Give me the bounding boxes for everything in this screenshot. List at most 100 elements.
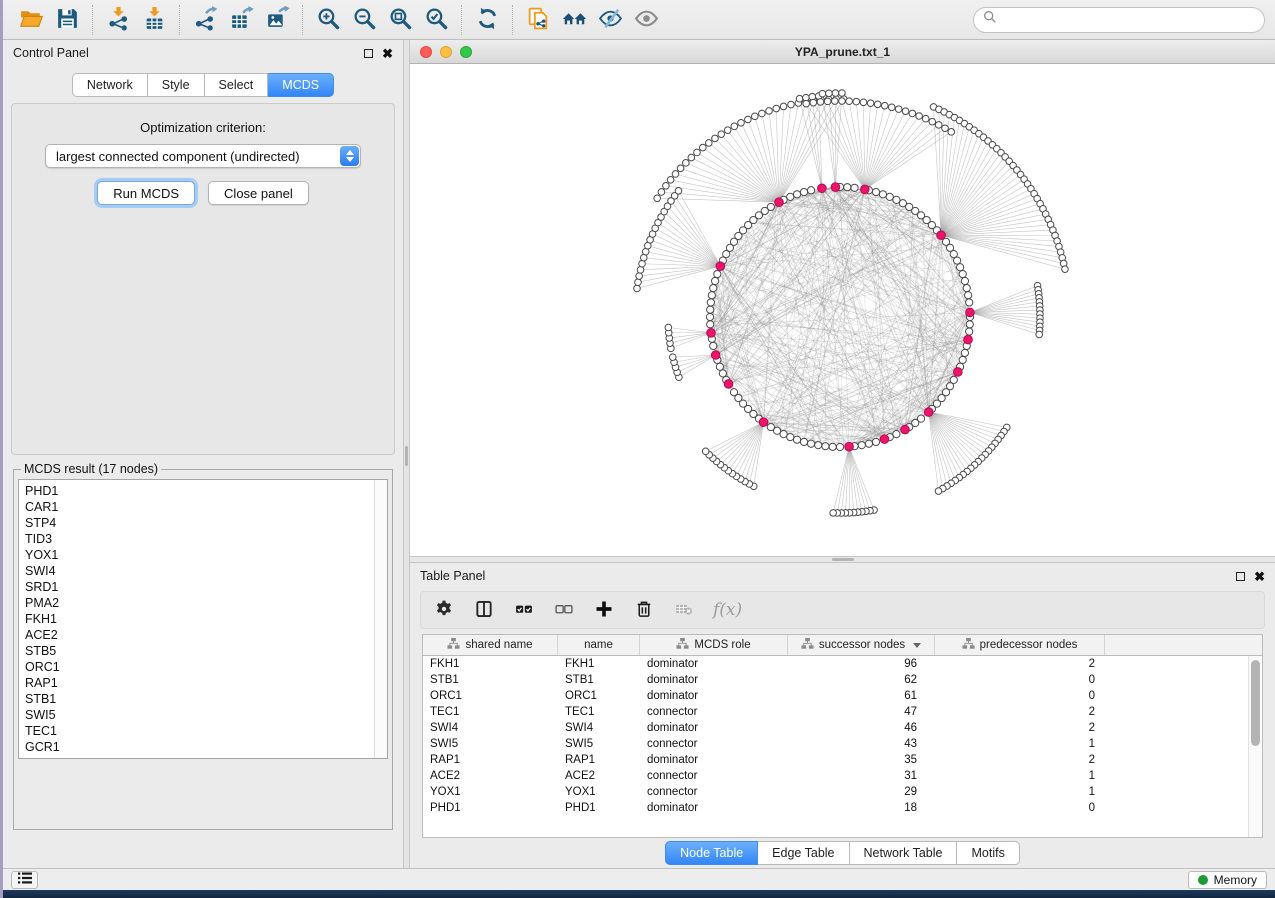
network-node[interactable]	[865, 440, 872, 447]
mcds-result-item[interactable]: GCR1	[25, 739, 381, 755]
clone-network-button[interactable]	[520, 4, 556, 36]
tab-network[interactable]: Network	[72, 73, 148, 97]
mcds-result-item[interactable]: FKH1	[25, 611, 381, 627]
network-node[interactable]	[731, 123, 738, 130]
network-node[interactable]	[716, 363, 723, 370]
open-session-button[interactable]	[13, 4, 49, 36]
network-node[interactable]	[712, 135, 719, 142]
network-node[interactable]	[793, 191, 800, 198]
mcds-result-item[interactable]: PHD1	[25, 483, 381, 499]
network-node[interactable]	[635, 279, 642, 286]
network-node[interactable]	[718, 131, 725, 138]
save-session-button[interactable]	[49, 4, 85, 36]
network-node[interactable]	[961, 349, 968, 356]
network-window-titlebar[interactable]: YPA_prune.txt_1	[410, 40, 1275, 64]
network-node[interactable]	[787, 193, 794, 200]
network-node[interactable]	[948, 129, 955, 136]
zoom-out-button[interactable]	[346, 4, 382, 36]
mcds-node[interactable]	[964, 335, 973, 344]
network-node[interactable]	[636, 273, 643, 280]
network-node[interactable]	[706, 313, 713, 320]
network-node[interactable]	[702, 448, 709, 455]
network-node[interactable]	[634, 285, 641, 292]
network-node[interactable]	[800, 188, 807, 195]
criterion-dropdown[interactable]: largest connected component (undirected)	[45, 144, 361, 168]
mcds-node[interactable]	[707, 329, 716, 338]
network-node[interactable]	[902, 108, 909, 115]
network-node[interactable]	[916, 113, 923, 120]
network-node[interactable]	[830, 510, 837, 517]
column-header-predecessor-nodes[interactable]: predecessor nodes	[935, 635, 1105, 655]
table-row[interactable]: YOX1YOX1connector291	[423, 784, 1262, 800]
table-row[interactable]: RAP1RAP1dominator352	[423, 752, 1262, 768]
mcds-node[interactable]	[716, 262, 725, 271]
hide-selected-button[interactable]	[592, 4, 628, 36]
network-node[interactable]	[759, 110, 766, 117]
network-node[interactable]	[822, 443, 829, 450]
network-node[interactable]	[672, 171, 679, 178]
show-columns-button[interactable]	[473, 599, 495, 621]
float-panel-icon[interactable]	[1236, 572, 1245, 581]
network-node[interactable]	[710, 284, 717, 291]
network-list-button[interactable]	[11, 871, 38, 889]
list-scrollbar[interactable]	[374, 480, 387, 758]
export-network-button[interactable]	[187, 4, 223, 36]
network-node[interactable]	[700, 144, 707, 151]
network-node[interactable]	[787, 434, 794, 441]
import-table-button[interactable]	[136, 4, 172, 36]
network-node[interactable]	[886, 193, 893, 200]
import-network-button[interactable]	[100, 4, 136, 36]
horizontal-splitter[interactable]	[410, 556, 1275, 563]
network-node[interactable]	[708, 292, 715, 299]
tab-select[interactable]: Select	[205, 73, 269, 97]
network-node[interactable]	[826, 90, 833, 97]
zoom-in-button[interactable]	[310, 4, 346, 36]
table-row[interactable]: TEC1TEC1connector472	[423, 704, 1262, 720]
network-node[interactable]	[957, 264, 964, 271]
mcds-node[interactable]	[845, 442, 854, 451]
mcds-node[interactable]	[966, 308, 975, 317]
network-node[interactable]	[677, 165, 684, 172]
network-node[interactable]	[707, 306, 714, 313]
network-node[interactable]	[829, 443, 836, 450]
network-node[interactable]	[961, 277, 968, 284]
network-node[interactable]	[872, 438, 879, 445]
close-panel-button[interactable]: Close panel	[208, 181, 309, 205]
network-node[interactable]	[745, 116, 752, 123]
network-node[interactable]	[803, 100, 810, 107]
network-node[interactable]	[888, 104, 895, 111]
mcds-node[interactable]	[831, 183, 840, 192]
close-panel-icon[interactable]: ✖	[382, 47, 393, 60]
column-header-mcds-role[interactable]: MCDS role	[640, 635, 788, 655]
network-node[interactable]	[724, 127, 731, 134]
network-node[interactable]	[935, 122, 942, 129]
float-panel-icon[interactable]	[364, 49, 373, 58]
network-node[interactable]	[935, 488, 942, 495]
network-view[interactable]	[410, 64, 1275, 556]
network-node[interactable]	[658, 189, 665, 196]
network-node[interactable]	[844, 184, 851, 191]
network-node[interactable]	[807, 440, 814, 447]
table-scrollbar[interactable]	[1248, 656, 1262, 837]
scrollbar-thumb[interactable]	[1251, 660, 1260, 746]
network-node[interactable]	[963, 284, 970, 291]
tab-edge-table[interactable]: Edge Table	[758, 841, 849, 865]
network-node[interactable]	[654, 195, 661, 202]
network-node[interactable]	[767, 203, 774, 210]
network-node[interactable]	[710, 342, 717, 349]
table-row[interactable]: SWI4SWI4dominator462	[423, 720, 1262, 736]
network-node[interactable]	[730, 389, 737, 396]
network-node[interactable]	[810, 99, 817, 106]
network-node[interactable]	[965, 292, 972, 299]
mcds-result-item[interactable]: STB5	[25, 643, 381, 659]
splitter-grip[interactable]	[832, 558, 854, 561]
mcds-result-item[interactable]: ACE2	[25, 627, 381, 643]
table-row[interactable]: ORC1ORC1dominator610	[423, 688, 1262, 704]
network-node[interactable]	[1036, 331, 1043, 338]
mcds-node[interactable]	[880, 435, 889, 444]
network-node[interactable]	[819, 90, 826, 97]
mcds-result-item[interactable]: SWI5	[25, 707, 381, 723]
table-row[interactable]: ACE2ACE2connector311	[423, 768, 1262, 784]
network-node[interactable]	[688, 154, 695, 161]
network-node[interactable]	[895, 106, 902, 113]
